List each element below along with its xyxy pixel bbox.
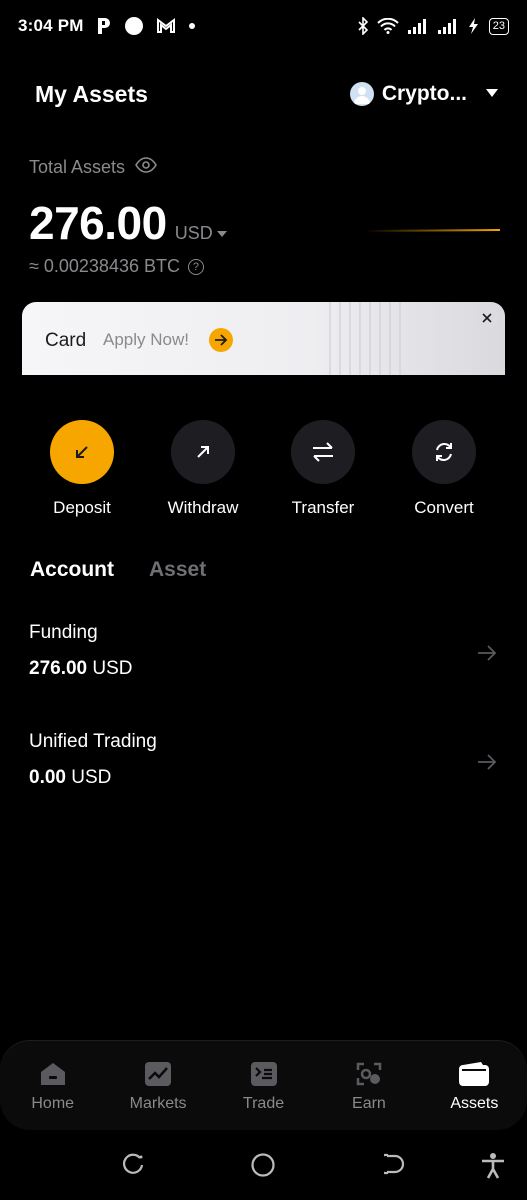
circle-icon xyxy=(124,16,144,36)
nav-assets[interactable]: Assets xyxy=(422,1041,527,1130)
header: My Assets Crypto... xyxy=(0,72,527,116)
account-name-label: Funding xyxy=(29,622,98,643)
banner-title: Card xyxy=(45,330,87,351)
arrow-right-icon[interactable] xyxy=(209,328,233,352)
arrow-right-icon xyxy=(477,644,497,667)
tab-asset[interactable]: Asset xyxy=(149,558,206,582)
deposit-label: Deposit xyxy=(53,498,111,517)
p-icon xyxy=(96,17,112,35)
tab-account[interactable]: Account xyxy=(30,558,114,582)
page-title: My Assets xyxy=(35,80,148,107)
nav-label: Markets xyxy=(129,1095,187,1112)
account-amount: 0.00 xyxy=(29,767,66,788)
system-nav-bar xyxy=(0,1140,527,1190)
nav-markets[interactable]: Markets xyxy=(105,1041,210,1130)
accessibility-icon[interactable] xyxy=(480,1152,506,1185)
charging-icon xyxy=(467,18,481,34)
arrow-down-left-icon xyxy=(50,420,114,484)
battery-icon: 23 xyxy=(488,17,509,35)
currency-label: USD xyxy=(174,223,213,243)
account-name: Crypto... xyxy=(381,82,467,105)
total-amount-row: 276.00 USD xyxy=(29,196,227,250)
banner-decoration xyxy=(329,302,401,375)
deposit-button[interactable]: Deposit xyxy=(27,420,137,518)
withdraw-label: Withdraw xyxy=(167,498,239,517)
banner-cta[interactable]: Apply Now! xyxy=(103,330,189,350)
assets-tabs: Account Asset xyxy=(30,558,206,582)
total-amount: 276.00 xyxy=(29,197,167,249)
card-promo-banner[interactable]: Card Apply Now! xyxy=(22,302,505,375)
btc-equivalent: ≈ 0.00238436 BTC xyxy=(29,256,180,276)
status-bar: 3:04 PM 23 xyxy=(0,0,527,52)
account-amount: 276.00 xyxy=(29,658,88,679)
signal-icon xyxy=(437,18,459,34)
status-time: 3:04 PM xyxy=(18,16,84,35)
home-button-icon[interactable] xyxy=(250,1152,276,1183)
nav-label: Earn xyxy=(352,1095,386,1112)
nav-label: Trade xyxy=(242,1095,285,1112)
back-icon[interactable] xyxy=(381,1152,407,1183)
account-balance: 0.00 USD xyxy=(29,767,111,789)
help-icon[interactable]: ? xyxy=(187,258,204,275)
account-row-unified-trading[interactable]: Unified Trading 0.00 USD xyxy=(0,731,527,821)
nav-trade[interactable]: Trade xyxy=(211,1041,316,1130)
btc-equivalent-row: ≈ 0.00238436 BTC ? xyxy=(29,256,204,277)
total-assets-label: Total Assets xyxy=(29,157,126,177)
dot-icon xyxy=(188,22,196,30)
convert-label: Convert xyxy=(414,498,474,517)
transfer-button[interactable]: Transfer xyxy=(268,420,378,518)
account-switcher[interactable]: Crypto... xyxy=(349,82,499,106)
recent-apps-icon[interactable] xyxy=(120,1152,146,1183)
eye-icon[interactable] xyxy=(135,157,157,178)
currency-selector[interactable]: USD xyxy=(175,223,227,244)
nav-label: Assets xyxy=(450,1095,499,1112)
close-icon[interactable] xyxy=(475,306,499,330)
chart-icon xyxy=(145,1062,172,1086)
nav-label: Home xyxy=(31,1095,75,1112)
bottom-nav: Home Markets Trade Earn Assets xyxy=(0,1040,527,1130)
earn-icon xyxy=(356,1062,382,1086)
signal-icon xyxy=(407,18,429,34)
nav-home[interactable]: Home xyxy=(0,1041,105,1130)
wallet-icon xyxy=(459,1062,490,1086)
arrow-up-right-icon xyxy=(171,420,235,484)
swap-icon xyxy=(291,420,355,484)
quick-actions: Deposit Withdraw Transfer Convert xyxy=(0,420,527,520)
home-icon xyxy=(40,1063,65,1085)
wifi-icon xyxy=(377,18,399,34)
bluetooth-icon xyxy=(357,17,369,35)
account-currency: USD xyxy=(71,767,112,788)
user-avatar-icon xyxy=(349,82,374,106)
gmail-icon xyxy=(156,18,176,34)
account-name-label: Unified Trading xyxy=(29,731,157,752)
account-balance: 276.00 USD xyxy=(29,658,133,680)
transfer-label: Transfer xyxy=(291,498,355,517)
convert-button[interactable]: Convert xyxy=(389,420,499,518)
withdraw-button[interactable]: Withdraw xyxy=(148,420,258,518)
account-currency: USD xyxy=(92,658,133,679)
refresh-icon xyxy=(412,420,476,484)
caret-down-icon xyxy=(485,85,499,103)
total-assets-label-row: Total Assets xyxy=(29,157,157,178)
trade-icon xyxy=(250,1062,277,1086)
arrow-right-icon xyxy=(477,753,497,776)
nav-earn[interactable]: Earn xyxy=(316,1041,421,1130)
account-row-funding[interactable]: Funding 276.00 USD xyxy=(0,622,527,712)
caret-down-icon xyxy=(216,230,227,237)
balance-sparkline xyxy=(365,229,500,232)
